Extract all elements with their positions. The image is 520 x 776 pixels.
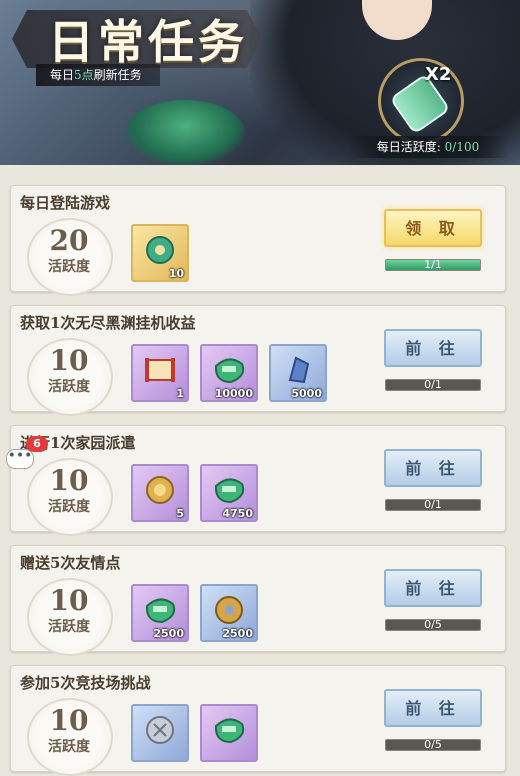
exp-jade-icon: [145, 598, 176, 624]
reward-item[interactable]: 5: [131, 464, 189, 522]
progress-text: 1/1: [424, 258, 442, 271]
task-points-label: 活跃度: [48, 259, 90, 275]
copper-coin-icon: [215, 596, 243, 624]
multiplier-label: X2: [425, 64, 452, 85]
refresh-prefix: 每日: [50, 68, 75, 82]
go-button[interactable]: 前 往: [384, 689, 482, 727]
refresh-note: 每日5点刷新任务: [36, 64, 160, 86]
activity-value: 0/100: [444, 140, 480, 154]
daily-activity: 每日活跃度: 0/100: [348, 136, 508, 158]
progress-text: 0/5: [424, 738, 442, 751]
task-points: 20: [49, 224, 89, 257]
task-title: 获取1次无尽黑渊挂机收益: [20, 314, 196, 332]
task-title: 参加5次竞技场挑战: [20, 674, 151, 692]
jade-weapon-art: [125, 100, 245, 165]
task-points: 10: [49, 344, 89, 377]
reward-quantity: 4750: [222, 507, 253, 520]
progress-text: 0/1: [424, 378, 442, 391]
reward-quantity: 10: [168, 267, 184, 280]
task-title: 每日登陆游戏: [20, 194, 111, 212]
header-banner: 日常任务 每日5点刷新任务 X2 每日活跃度: 0/100: [0, 0, 520, 165]
go-button[interactable]: 前 往: [384, 449, 482, 487]
reward-quantity: 10000: [214, 387, 253, 400]
reward-item[interactable]: 1: [131, 344, 189, 402]
refresh-suffix: 刷新任务: [93, 68, 142, 82]
reward-item[interactable]: [200, 704, 258, 762]
go-button[interactable]: 前 往: [384, 569, 482, 607]
chat-badge: 6: [26, 436, 48, 452]
reward-item[interactable]: 10000: [200, 344, 258, 402]
task-points-label: 活跃度: [48, 379, 90, 395]
reward-quantity: 5000: [291, 387, 322, 400]
refresh-hour: 5点: [74, 68, 94, 82]
exp-jade-icon: [214, 478, 245, 504]
task-points: 10: [49, 464, 89, 497]
task-points-label: 活跃度: [48, 619, 90, 635]
progress-text: 0/5: [424, 618, 442, 631]
claim-button[interactable]: 领 取: [384, 209, 482, 247]
silver-coin-icon: [146, 716, 174, 744]
reward-quantity: 1: [176, 387, 184, 400]
task-points: 10: [49, 704, 89, 737]
task-card: 参加5次竞技场挑战 10 活跃度 前 往 0/5: [10, 665, 506, 776]
activity-label: 每日活跃度:: [376, 140, 445, 154]
scroll-icon: [145, 358, 175, 382]
task-title: 赠送5次友情点: [20, 554, 121, 572]
reward-quantity: 2500: [153, 627, 184, 640]
task-card: 每日登陆游戏 20 活跃度 10 领 取 1/1: [10, 185, 506, 296]
reward-item[interactable]: 5000: [269, 344, 327, 402]
exp-jade-icon: [214, 718, 245, 744]
go-button[interactable]: 前 往: [384, 329, 482, 367]
progress-bar: 1/1: [385, 258, 481, 271]
page-title: 日常任务: [48, 15, 248, 69]
reward-item[interactable]: 4750: [200, 464, 258, 522]
jade-token-icon: [146, 236, 174, 264]
reward-quantity: 2500: [222, 627, 253, 640]
progress-bar: 0/5: [385, 618, 481, 631]
task-card: 进行1次家园派遣 10 活跃度 5 4750 前 往 0/1: [10, 425, 506, 536]
reward-item[interactable]: 2500: [200, 584, 258, 642]
task-card: 获取1次无尽黑渊挂机收益 10 活跃度 1 10000 5000 前 往 0/1: [10, 305, 506, 416]
blue-crystal-icon: [288, 356, 310, 384]
task-points-label: 活跃度: [48, 739, 90, 755]
reward-item[interactable]: [131, 704, 189, 762]
task-points-label: 活跃度: [48, 499, 90, 515]
reward-quantity: 5: [176, 507, 184, 520]
progress-bar: 0/1: [385, 378, 481, 391]
progress-text: 0/1: [424, 498, 442, 511]
progress-bar: 0/1: [385, 498, 481, 511]
reward-item[interactable]: 2500: [131, 584, 189, 642]
task-points: 10: [49, 584, 89, 617]
gold-coin-icon: [146, 476, 174, 504]
reward-item[interactable]: 10: [131, 224, 189, 282]
exp-jade-icon: [214, 358, 245, 384]
task-card: 赠送5次友情点 10 活跃度 2500 2500 前 往 0/5: [10, 545, 506, 656]
chat-bubble-icon[interactable]: •••: [6, 449, 34, 469]
progress-bar: 0/5: [385, 738, 481, 751]
